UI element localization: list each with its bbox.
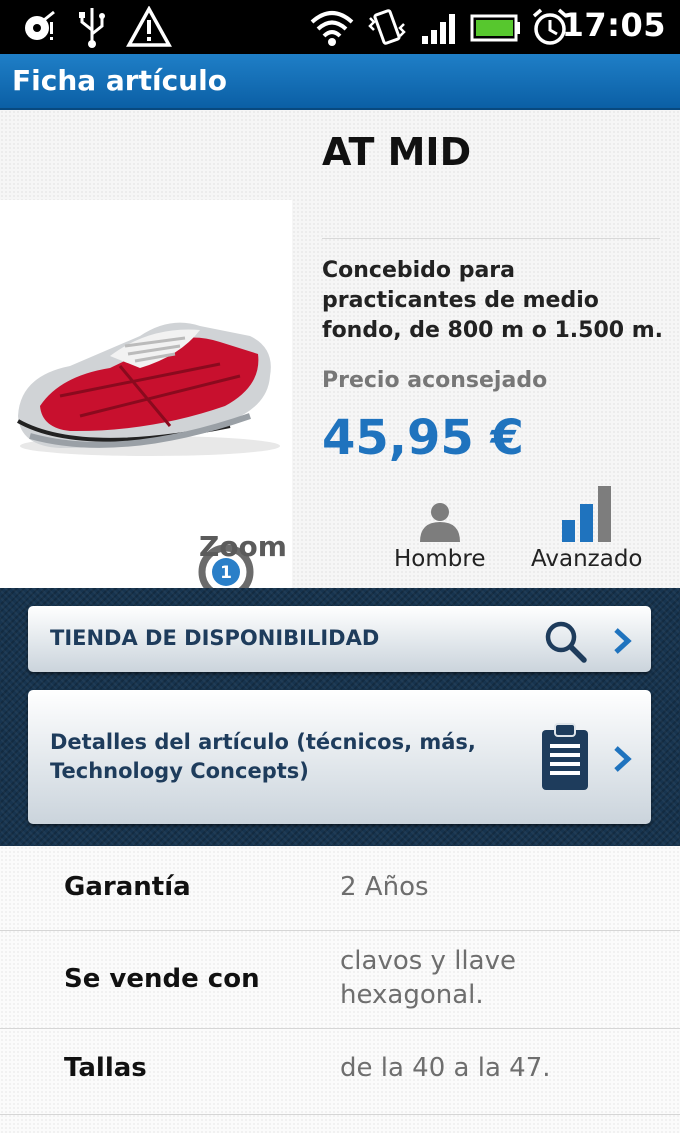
title-bar: Ficha artículo bbox=[0, 54, 680, 110]
spec-value: 2 Años bbox=[340, 872, 429, 902]
wifi-icon bbox=[310, 11, 354, 46]
level-label: Avanzado bbox=[531, 546, 643, 572]
debug-icon bbox=[25, 10, 55, 40]
clipboard-icon bbox=[542, 723, 588, 790]
specs-list: Garantía 2 Años Se vende con clavos y ll… bbox=[0, 846, 680, 1133]
spec-label: Garantía bbox=[64, 872, 191, 902]
spec-row: Tallas de la 40 a la 47. bbox=[0, 1028, 680, 1115]
signal-icon bbox=[422, 14, 455, 44]
battery-icon bbox=[470, 14, 520, 42]
spec-row: Garantía 2 Años bbox=[0, 846, 680, 931]
spec-row: Se vende con clavos y llave hexagonal. bbox=[0, 930, 680, 1029]
price-value: 45,95 € bbox=[322, 410, 524, 466]
availability-label: TIENDA DE DISPONIBILIDAD bbox=[50, 626, 380, 650]
price-label: Precio aconsejado bbox=[322, 368, 548, 393]
spec-label: Se vende con bbox=[64, 964, 260, 994]
zoom-badge: 1 bbox=[220, 563, 232, 583]
gender-label: Hombre bbox=[394, 546, 486, 572]
details-button[interactable]: Detalles del artículo (técnicos, más, Te… bbox=[28, 690, 651, 824]
warning-icon bbox=[126, 6, 172, 47]
status-bar: 17:05 bbox=[0, 0, 680, 54]
product-description: Concebido para practicantes de medio fon… bbox=[322, 258, 664, 343]
page-title: Ficha artículo bbox=[12, 64, 227, 97]
vibrate-icon bbox=[368, 9, 406, 45]
actions-panel: TIENDA DE DISPONIBILIDAD Detalles del ar… bbox=[0, 588, 680, 846]
search-icon bbox=[545, 621, 587, 663]
divider bbox=[322, 238, 660, 239]
availability-button[interactable]: TIENDA DE DISPONIBILIDAD bbox=[28, 606, 651, 672]
person-icon bbox=[420, 503, 460, 542]
spec-value: clavos y llave hexagonal. bbox=[340, 946, 516, 1010]
spec-value: de la 40 a la 47. bbox=[340, 1053, 551, 1083]
chevron-right-icon bbox=[614, 746, 632, 772]
level-bars-icon bbox=[562, 486, 611, 542]
details-label: Detalles del artículo (técnicos, más, Te… bbox=[50, 730, 476, 783]
product-image-panel[interactable]: 1 Zoom bbox=[0, 200, 292, 615]
product-image[interactable] bbox=[0, 256, 292, 496]
clock: 17:05 bbox=[561, 6, 666, 44]
usb-icon bbox=[79, 8, 105, 48]
chevron-right-icon bbox=[614, 628, 632, 654]
product-section: 1 Zoom AT MID Concebido para practicante… bbox=[0, 110, 680, 615]
product-name: AT MID bbox=[322, 130, 472, 174]
spec-label: Tallas bbox=[64, 1053, 147, 1083]
zoom-label[interactable]: Zoom bbox=[199, 530, 287, 563]
